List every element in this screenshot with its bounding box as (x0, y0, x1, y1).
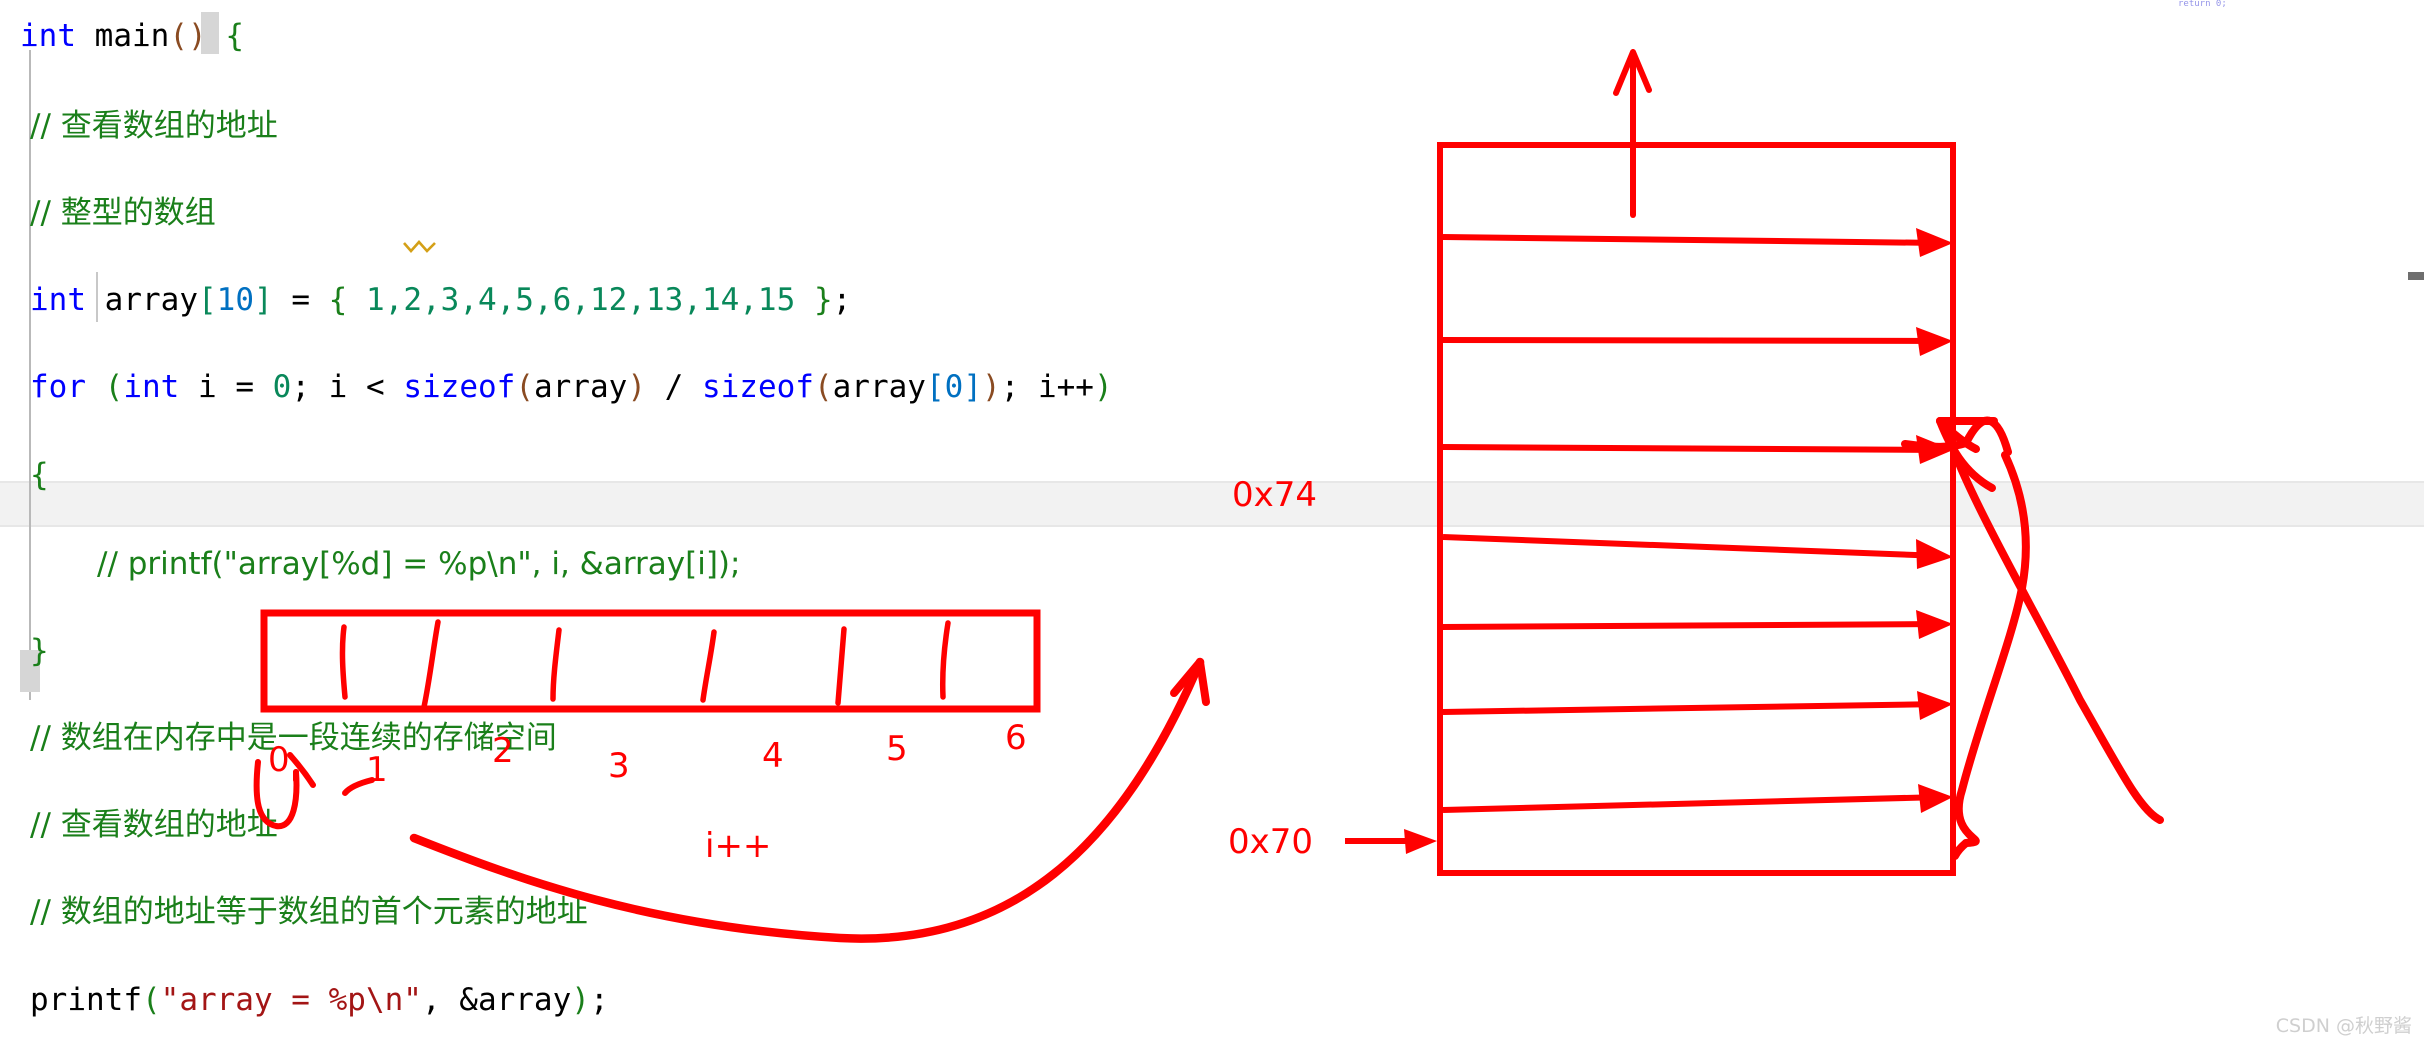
code-token: () (169, 18, 207, 54)
code-token: int (123, 369, 180, 405)
code-line[interactable]: { (0, 453, 2424, 498)
code-token: 10 (216, 282, 254, 318)
code-token: // printf("array[%d] = %p\n", i, &array[… (97, 546, 741, 582)
code-token: { (30, 457, 49, 493)
code-token: , &array (421, 982, 572, 1018)
code-token: ; i++ (1000, 369, 1094, 405)
code-token: 1,2,3,4,5,6,12,13,14,15 (366, 282, 796, 318)
ghost-code-preview: return 0; (2178, 0, 2227, 9)
code-lines: int main() {// 查看数组的地址// 整型的数组 int array[… (0, 0, 2424, 1018)
code-line[interactable]: // printf("array[%d] = %p\n", i, &array[… (0, 542, 2424, 587)
array-index-label-6: 6 (1005, 718, 1027, 758)
array-index-label-0: 0 (268, 740, 290, 780)
code-line[interactable]: // 查看数组的地址 (0, 104, 2424, 149)
code-token: ( (104, 369, 124, 405)
code-token: } (30, 633, 49, 669)
code-line[interactable]: int array[10] = { 1,2,3,4,5,6,12,13,14,1… (0, 278, 2424, 323)
code-token: ; (589, 982, 609, 1018)
code-token: // 查看数组的地址 (30, 108, 278, 144)
code-token: "array = %p\n" (160, 982, 422, 1018)
code-token: int (30, 282, 86, 318)
code-line[interactable]: // 数组的地址等于数组的首个元素的地址 (0, 890, 2424, 935)
scrollbar-thumb[interactable] (2408, 272, 2424, 280)
error-squiggle-icon (403, 240, 436, 253)
array-index-label-2: 2 (492, 731, 514, 771)
code-token: // 数组的地址等于数组的首个元素的地址 (30, 894, 588, 930)
code-line[interactable]: // 整型的数组 (0, 191, 2424, 236)
code-token: array (533, 369, 628, 405)
loop-increment-label: i++ (705, 826, 772, 866)
code-token: sizeof (701, 369, 814, 405)
code-line[interactable]: // 数组在内存中是一段连续的存储空间 (0, 716, 2424, 761)
code-token: = (272, 282, 329, 318)
screenshot-root: int main() {// 查看数组的地址// 整型的数组 int array[… (0, 0, 2424, 1048)
code-token: 0 (944, 369, 964, 405)
code-token: int (20, 18, 95, 54)
code-token: ( (515, 369, 534, 405)
code-token: / (645, 369, 702, 405)
code-token: sizeof (403, 369, 516, 405)
current-line-bottom-border (0, 525, 2424, 527)
code-token: ) (627, 369, 646, 405)
code-token: { (225, 18, 244, 54)
array-index-label-5: 5 (886, 729, 908, 769)
code-token: array (832, 369, 926, 405)
code-token: ( (141, 982, 161, 1018)
code-token: // 数组在内存中是一段连续的存储空间 (30, 720, 557, 756)
code-editor-pane[interactable]: int main() {// 查看数组的地址// 整型的数组 int array[… (0, 0, 2424, 1048)
code-token: ] (963, 369, 982, 405)
code-token: main (94, 18, 170, 54)
code-token: // 整型的数组 (30, 195, 216, 231)
code-line[interactable]: int main() { (0, 14, 2424, 59)
code-line[interactable]: } (0, 629, 2424, 674)
memory-address-top-label: 0x74 (1232, 475, 1318, 515)
code-token: i = (179, 369, 273, 405)
code-token: ) (571, 982, 590, 1018)
code-token: { (328, 282, 348, 318)
code-token: ] (253, 282, 273, 318)
code-token: // 查看数组的地址 (30, 807, 278, 843)
code-line[interactable]: printf("array = %p\n", &array); (0, 978, 2424, 1023)
code-token: [ (925, 369, 945, 405)
code-token: ; (832, 282, 852, 318)
array-index-label-3: 3 (608, 746, 630, 786)
code-line[interactable]: // 查看数组的地址 (0, 803, 2424, 848)
code-token: ( (813, 369, 833, 405)
code-token: 0 (272, 369, 292, 405)
array-index-label-1: 1 (366, 750, 388, 790)
code-token: ) (981, 369, 1001, 405)
code-token: [ (197, 282, 217, 318)
code-token: ) (1093, 369, 1113, 405)
csdn-watermark: CSDN @秋野酱 (2275, 1015, 2412, 1037)
code-token: array (86, 282, 198, 318)
array-index-label-4: 4 (762, 736, 784, 776)
code-line[interactable]: for (int i = 0; i < sizeof(array) / size… (0, 365, 2424, 410)
memory-address-bottom-label: 0x70 (1228, 822, 1314, 862)
code-token: printf (30, 982, 142, 1018)
code-token: ; i < (291, 369, 404, 405)
code-token: } (813, 282, 833, 318)
code-token: for (30, 369, 86, 405)
